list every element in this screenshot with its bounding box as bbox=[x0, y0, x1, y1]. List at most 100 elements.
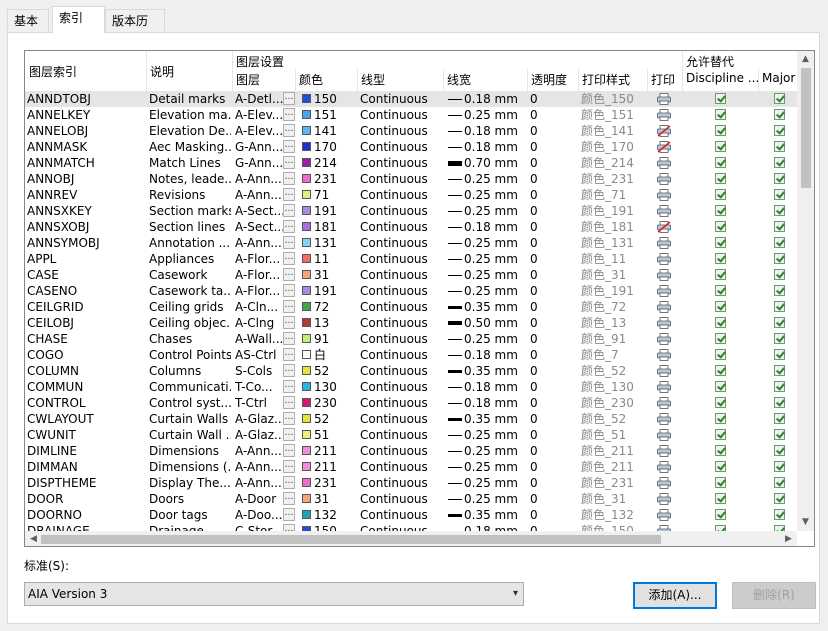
plot-style-cell[interactable]: 颜色_214 bbox=[581, 155, 645, 171]
plot-style-cell[interactable]: 颜色_132 bbox=[581, 507, 645, 523]
discipline-override-checkbox[interactable] bbox=[715, 125, 726, 136]
major-override-checkbox[interactable] bbox=[774, 413, 785, 424]
linetype-cell[interactable]: Continuous bbox=[360, 187, 442, 203]
discipline-override-checkbox[interactable] bbox=[715, 93, 726, 104]
discipline-override-checkbox[interactable] bbox=[715, 333, 726, 344]
transparency-cell[interactable]: 0 bbox=[530, 459, 576, 475]
lineweight-cell[interactable]: 0.18 mm bbox=[464, 395, 526, 411]
major-override-checkbox[interactable] bbox=[774, 333, 785, 344]
plot-style-cell[interactable]: 颜色_211 bbox=[581, 443, 645, 459]
layer-browse-button[interactable]: … bbox=[283, 220, 295, 233]
major-override-checkbox[interactable] bbox=[774, 205, 785, 216]
printer-icon[interactable] bbox=[657, 461, 671, 473]
color-swatch[interactable] bbox=[302, 494, 311, 503]
scroll-up-icon[interactable]: ▲ bbox=[797, 51, 814, 68]
transparency-cell[interactable]: 0 bbox=[530, 155, 576, 171]
linetype-cell[interactable]: Continuous bbox=[360, 219, 442, 235]
linetype-cell[interactable]: Continuous bbox=[360, 491, 442, 507]
linetype-cell[interactable]: Continuous bbox=[360, 283, 442, 299]
plot-style-cell[interactable]: 颜色_191 bbox=[581, 203, 645, 219]
col-header-index[interactable]: 图层索引 bbox=[27, 63, 147, 80]
lineweight-cell[interactable]: 0.35 mm bbox=[464, 363, 526, 379]
color-swatch[interactable] bbox=[302, 190, 311, 199]
no-plot-icon[interactable] bbox=[657, 125, 671, 137]
lineweight-cell[interactable]: 0.18 mm bbox=[464, 219, 526, 235]
col-header-lineweight[interactable]: 线宽 bbox=[445, 71, 525, 88]
table-row[interactable]: CASENO Casework ta... A-Flor...… 191 Continu… bbox=[25, 283, 797, 299]
col-header-color[interactable]: 颜色 bbox=[297, 71, 357, 88]
major-override-checkbox[interactable] bbox=[774, 349, 785, 360]
layer-browse-button[interactable]: … bbox=[283, 332, 295, 345]
lineweight-cell[interactable]: 0.35 mm bbox=[464, 299, 526, 315]
printer-icon[interactable] bbox=[657, 237, 671, 249]
layer-browse-button[interactable]: … bbox=[283, 252, 295, 265]
color-swatch[interactable] bbox=[302, 174, 311, 183]
linetype-cell[interactable]: Continuous bbox=[360, 395, 442, 411]
layer-browse-button[interactable]: … bbox=[283, 92, 295, 105]
linetype-cell[interactable]: Continuous bbox=[360, 523, 442, 531]
major-override-checkbox[interactable] bbox=[774, 445, 785, 456]
plot-style-cell[interactable]: 颜色_7 bbox=[581, 347, 645, 363]
table-row[interactable]: ANNDTOBJ Detail marks A-Detl...… 150 Continu… bbox=[25, 91, 797, 107]
major-override-checkbox[interactable] bbox=[774, 461, 785, 472]
linetype-cell[interactable]: Continuous bbox=[360, 171, 442, 187]
color-swatch[interactable] bbox=[302, 126, 311, 135]
transparency-cell[interactable]: 0 bbox=[530, 395, 576, 411]
layer-browse-button[interactable]: … bbox=[283, 476, 295, 489]
plot-style-cell[interactable]: 颜色_150 bbox=[581, 523, 645, 531]
linetype-cell[interactable]: Continuous bbox=[360, 331, 442, 347]
discipline-override-checkbox[interactable] bbox=[715, 173, 726, 184]
lineweight-cell[interactable]: 0.25 mm bbox=[464, 235, 526, 251]
lineweight-cell[interactable]: 0.25 mm bbox=[464, 443, 526, 459]
vertical-scroll-thumb[interactable] bbox=[801, 68, 811, 188]
horizontal-scroll-thumb[interactable] bbox=[41, 535, 661, 544]
discipline-override-checkbox[interactable] bbox=[715, 509, 726, 520]
layer-browse-button[interactable]: … bbox=[283, 284, 295, 297]
plot-style-cell[interactable]: 颜色_91 bbox=[581, 331, 645, 347]
printer-icon[interactable] bbox=[657, 173, 671, 185]
scroll-left-icon[interactable]: ◀ bbox=[25, 531, 42, 546]
color-swatch[interactable] bbox=[302, 222, 311, 231]
col-header-layer[interactable]: 图层 bbox=[234, 71, 294, 88]
linetype-cell[interactable]: Continuous bbox=[360, 235, 442, 251]
table-row[interactable]: COLUMN Columns S-Cols … 52 Continuous 0.35 mm 0… bbox=[25, 363, 797, 379]
plot-style-cell[interactable]: 颜色_71 bbox=[581, 187, 645, 203]
plot-style-cell[interactable]: 颜色_51 bbox=[581, 427, 645, 443]
transparency-cell[interactable]: 0 bbox=[530, 219, 576, 235]
major-override-checkbox[interactable] bbox=[774, 157, 785, 168]
col-header-transparency[interactable]: 透明度 bbox=[529, 71, 579, 88]
discipline-override-checkbox[interactable] bbox=[715, 141, 726, 152]
plot-style-cell[interactable]: 颜色_31 bbox=[581, 267, 645, 283]
color-swatch[interactable] bbox=[302, 446, 311, 455]
color-swatch[interactable] bbox=[302, 398, 311, 407]
lineweight-cell[interactable]: 0.25 mm bbox=[464, 203, 526, 219]
transparency-cell[interactable]: 0 bbox=[530, 331, 576, 347]
table-row[interactable]: CWUNIT Curtain Wall ... A-Glaz...… 51 Contin… bbox=[25, 427, 797, 443]
plot-style-cell[interactable]: 颜色_230 bbox=[581, 395, 645, 411]
layer-browse-button[interactable]: … bbox=[283, 364, 295, 377]
lineweight-cell[interactable]: 0.18 mm bbox=[464, 123, 526, 139]
linetype-cell[interactable]: Continuous bbox=[360, 155, 442, 171]
table-row[interactable]: DRAINAGE Drainage C-Stor...… 150 Continuous 0… bbox=[25, 523, 797, 531]
layer-browse-button[interactable]: … bbox=[283, 156, 295, 169]
discipline-override-checkbox[interactable] bbox=[715, 413, 726, 424]
col-header-plot[interactable]: 打印 bbox=[649, 71, 683, 88]
color-swatch[interactable] bbox=[302, 238, 311, 247]
lineweight-cell[interactable]: 0.25 mm bbox=[464, 107, 526, 123]
discipline-override-checkbox[interactable] bbox=[715, 381, 726, 392]
major-override-checkbox[interactable] bbox=[774, 509, 785, 520]
layer-browse-button[interactable]: … bbox=[283, 188, 295, 201]
plot-style-cell[interactable]: 颜色_181 bbox=[581, 219, 645, 235]
major-override-checkbox[interactable] bbox=[774, 365, 785, 376]
transparency-cell[interactable]: 0 bbox=[530, 507, 576, 523]
major-override-checkbox[interactable] bbox=[774, 429, 785, 440]
linetype-cell[interactable]: Continuous bbox=[360, 507, 442, 523]
major-override-checkbox[interactable] bbox=[774, 125, 785, 136]
discipline-override-checkbox[interactable] bbox=[715, 349, 726, 360]
printer-icon[interactable] bbox=[657, 301, 671, 313]
layer-browse-button[interactable]: … bbox=[283, 380, 295, 393]
lineweight-cell[interactable]: 0.18 mm bbox=[464, 379, 526, 395]
table-row[interactable]: CONTROL Control syst... T-Ctrl … 230 Continuo… bbox=[25, 395, 797, 411]
plot-style-cell[interactable]: 颜色_72 bbox=[581, 299, 645, 315]
transparency-cell[interactable]: 0 bbox=[530, 363, 576, 379]
